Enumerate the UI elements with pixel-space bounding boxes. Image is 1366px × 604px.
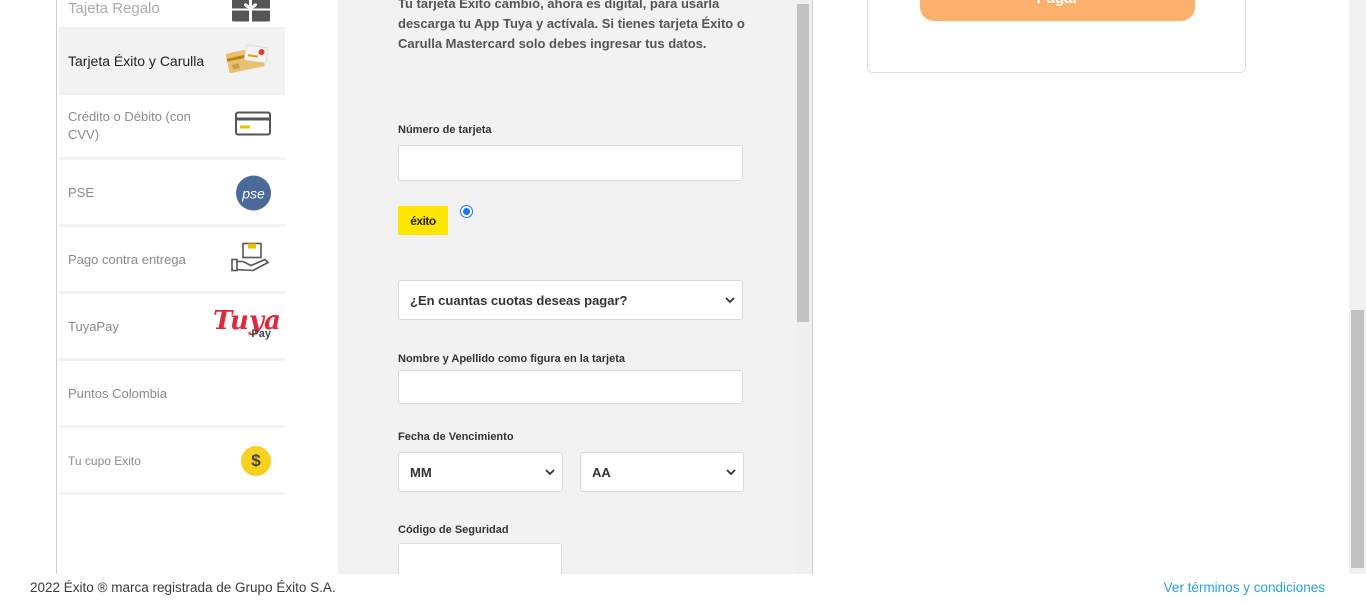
card-number-label: Número de tarjeta <box>398 124 492 136</box>
form-scrollbar-thumb[interactable] <box>797 4 809 322</box>
method-label: Puntos Colombia <box>68 386 167 401</box>
method-label: Tarjeta Éxito y Carulla <box>68 53 205 69</box>
method-label: Pago contra entrega <box>68 252 186 267</box>
cardholder-name-label: Nombre y Apellido como figura en la tarj… <box>398 353 625 365</box>
pse-logo-text: pse <box>242 185 265 201</box>
card-number-input[interactable] <box>398 145 743 181</box>
pse-logo-icon: pse <box>236 175 271 211</box>
page-scrollbar[interactable] <box>1349 0 1366 574</box>
method-gift-card[interactable]: Tajeta Regalo <box>59 0 285 27</box>
method-label: Tu cupo Exito <box>68 454 141 468</box>
expiry-month-select[interactable]: MM <box>398 452 563 492</box>
security-code-input[interactable] <box>398 543 562 574</box>
method-pse[interactable]: PSE pse <box>59 162 285 227</box>
form-intro-text: Tu tarjeta Éxito cambió, ahora es digita… <box>398 0 745 51</box>
gift-card-icon <box>231 0 271 28</box>
card-payment-form: Tu tarjeta Éxito cambió, ahora es digita… <box>338 0 813 574</box>
exito-card-radio[interactable] <box>460 205 473 218</box>
order-summary-card: Pagar <box>867 0 1246 73</box>
credit-card-icon <box>235 111 271 141</box>
chevron-down-icon <box>726 469 736 476</box>
footer: 2022 Éxito ® marca registrada de Grupo É… <box>0 574 1366 604</box>
copyright-text: 2022 Éxito ® marca registrada de Grupo É… <box>30 580 336 595</box>
checkout-page: Tajeta Regalo Tarjeta Éxito y Carulla Cr… <box>0 0 1366 604</box>
method-tu-cupo-exito[interactable]: Tu cupo Exito $ <box>59 430 285 495</box>
installments-select[interactable]: ¿En cuantas cuotas deseas pagar? <box>398 280 743 320</box>
installments-select-value: ¿En cuantas cuotas deseas pagar? <box>410 292 628 308</box>
form-scrollbar[interactable] <box>795 0 812 574</box>
method-tuyapay[interactable]: TuyaPay Tuya Pay <box>59 296 285 361</box>
method-label: Crédito o Débito (con CVV) <box>68 109 191 142</box>
terms-link[interactable]: Ver términos y condiciones <box>1164 580 1325 595</box>
pay-button[interactable]: Pagar <box>920 0 1195 21</box>
expiry-month-value: MM <box>410 464 432 480</box>
method-label: Tajeta Regalo <box>68 0 160 17</box>
payment-methods-list: Tajeta Regalo Tarjeta Éxito y Carulla Cr… <box>56 0 338 574</box>
expiry-year-value: AA <box>592 464 611 480</box>
method-puntos-colombia[interactable]: Puntos Colombia <box>59 363 285 428</box>
method-label: PSE <box>68 185 95 200</box>
security-code-label: Código de Seguridad <box>398 524 509 536</box>
cash-on-delivery-icon <box>231 242 271 279</box>
chevron-down-icon <box>545 469 555 476</box>
exito-brand-logo: éxito <box>398 206 448 235</box>
expiry-year-select[interactable]: AA <box>580 452 744 492</box>
exito-logo-text: éxito <box>410 213 436 228</box>
method-cash-on-delivery[interactable]: Pago contra entrega <box>59 229 285 294</box>
method-credit-debit[interactable]: Crédito o Débito (con CVV) <box>59 95 285 160</box>
chevron-down-icon <box>725 297 735 304</box>
page-scrollbar-thumb[interactable] <box>1351 310 1364 568</box>
cardholder-name-input[interactable] <box>398 370 743 404</box>
exito-carulla-card-icon <box>223 44 271 79</box>
dollar-coin-icon: $ <box>241 446 271 476</box>
expiry-date-label: Fecha de Vencimiento <box>398 431 514 443</box>
method-exito-carulla[interactable]: Tarjeta Éxito y Carulla <box>59 27 285 95</box>
tuya-pay-logo-icon: Tuya Pay <box>213 304 281 350</box>
method-label: TuyaPay <box>68 319 119 334</box>
coin-symbol: $ <box>251 451 261 470</box>
tuya-logo-subtext: Pay <box>251 328 271 340</box>
